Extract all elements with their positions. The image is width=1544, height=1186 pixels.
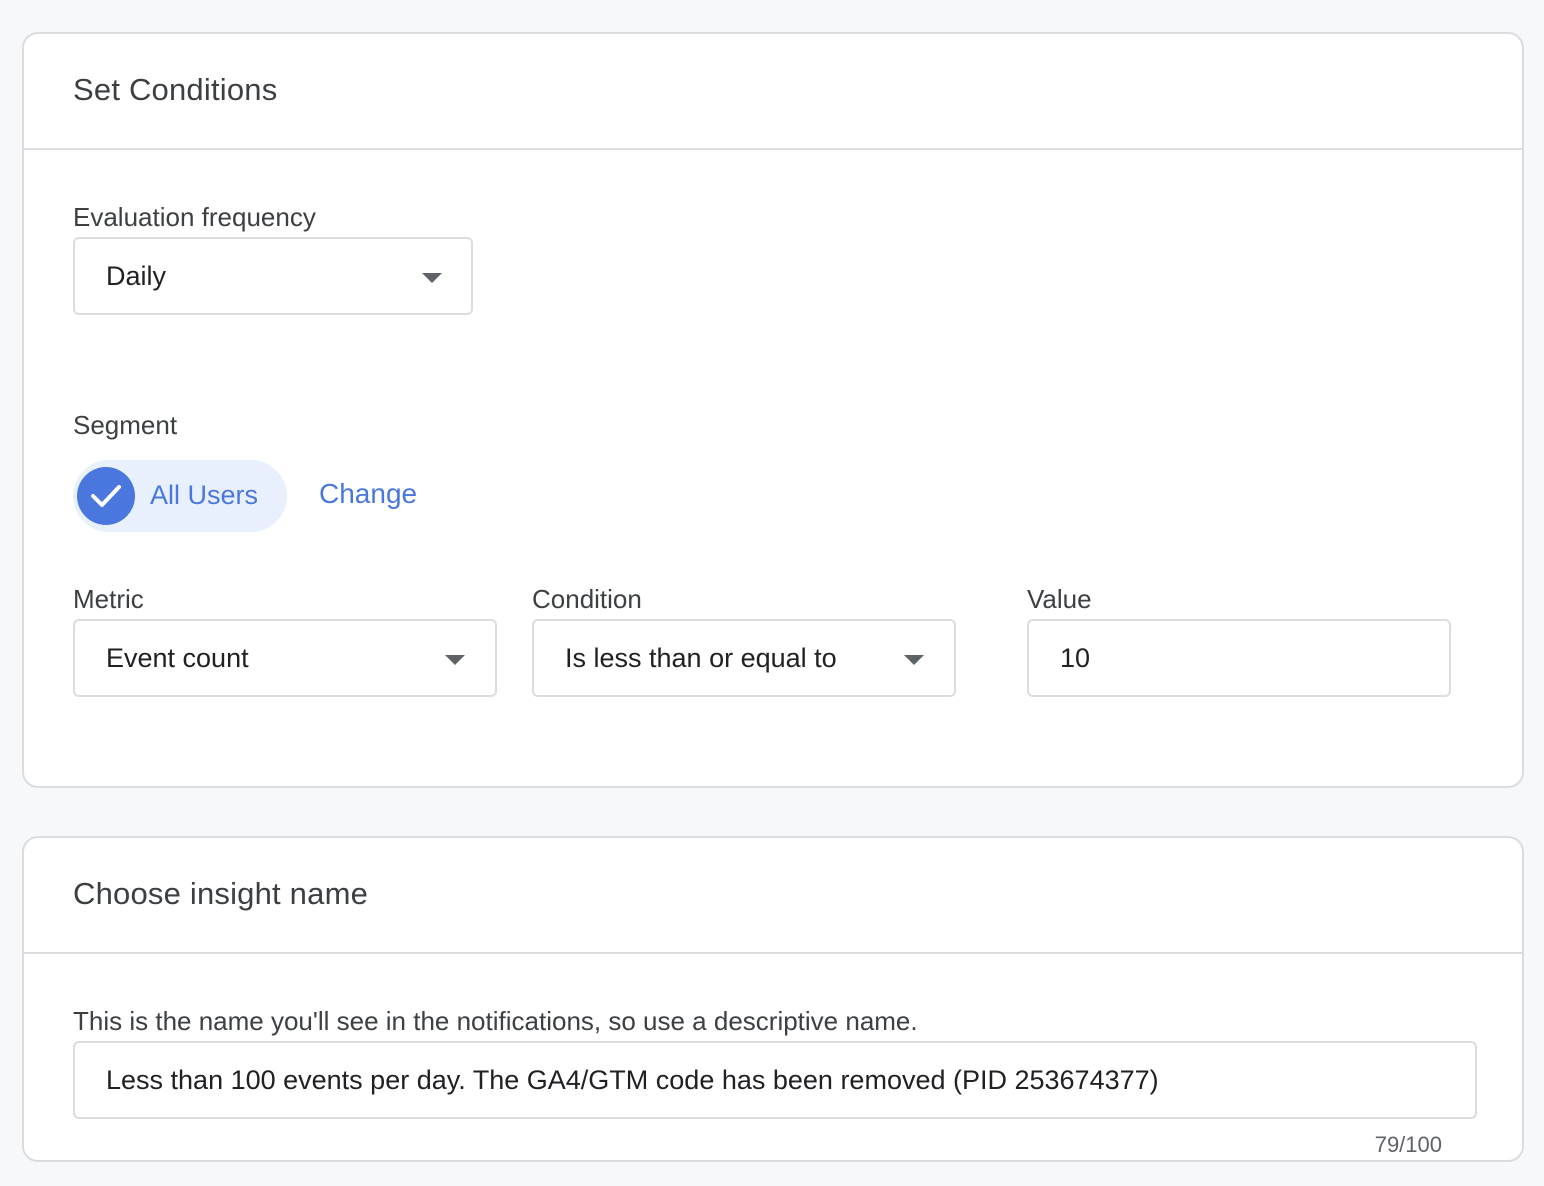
chevron-down-icon <box>422 273 442 283</box>
change-segment-link[interactable]: Change <box>319 478 417 510</box>
value-input[interactable]: 10 <box>1027 619 1451 697</box>
insight-name-card: Choose insight name This is the name you… <box>22 836 1524 1162</box>
character-counter: 79/100 <box>1374 1132 1442 1157</box>
segment-chip-label: All Users <box>150 480 259 510</box>
condition-label: Condition <box>532 584 642 614</box>
chevron-down-icon <box>445 655 465 665</box>
insight-name-input[interactable]: Less than 100 events per day. The GA4/GT… <box>73 1041 1477 1119</box>
set-conditions-header: Set Conditions <box>24 34 1522 150</box>
chevron-down-icon <box>904 655 924 665</box>
insight-name-input-text: Less than 100 events per day. The GA4/GT… <box>106 1065 1159 1095</box>
set-conditions-title: Set Conditions <box>73 72 278 107</box>
segment-chip-all-users[interactable]: All Users <box>73 460 287 532</box>
value-label: Value <box>1027 584 1092 614</box>
condition-value: Is less than or equal to <box>565 643 837 673</box>
metric-select[interactable]: Event count <box>73 619 497 697</box>
evaluation-frequency-value: Daily <box>106 261 167 291</box>
evaluation-frequency-select[interactable]: Daily <box>73 237 473 315</box>
metric-value: Event count <box>106 643 249 673</box>
condition-select[interactable]: Is less than or equal to <box>532 619 956 697</box>
set-conditions-card: Set Conditions Evaluation frequency Dail… <box>22 32 1524 788</box>
insight-name-header: Choose insight name <box>24 838 1522 954</box>
insight-name-helper-text: This is the name you'll see in the notif… <box>73 1006 918 1036</box>
value-input-text: 10 <box>1060 643 1091 673</box>
check-icon <box>77 467 135 525</box>
insight-name-title: Choose insight name <box>73 876 369 911</box>
metric-label: Metric <box>73 584 144 614</box>
evaluation-frequency-label: Evaluation frequency <box>73 202 316 232</box>
segment-label: Segment <box>73 410 178 440</box>
